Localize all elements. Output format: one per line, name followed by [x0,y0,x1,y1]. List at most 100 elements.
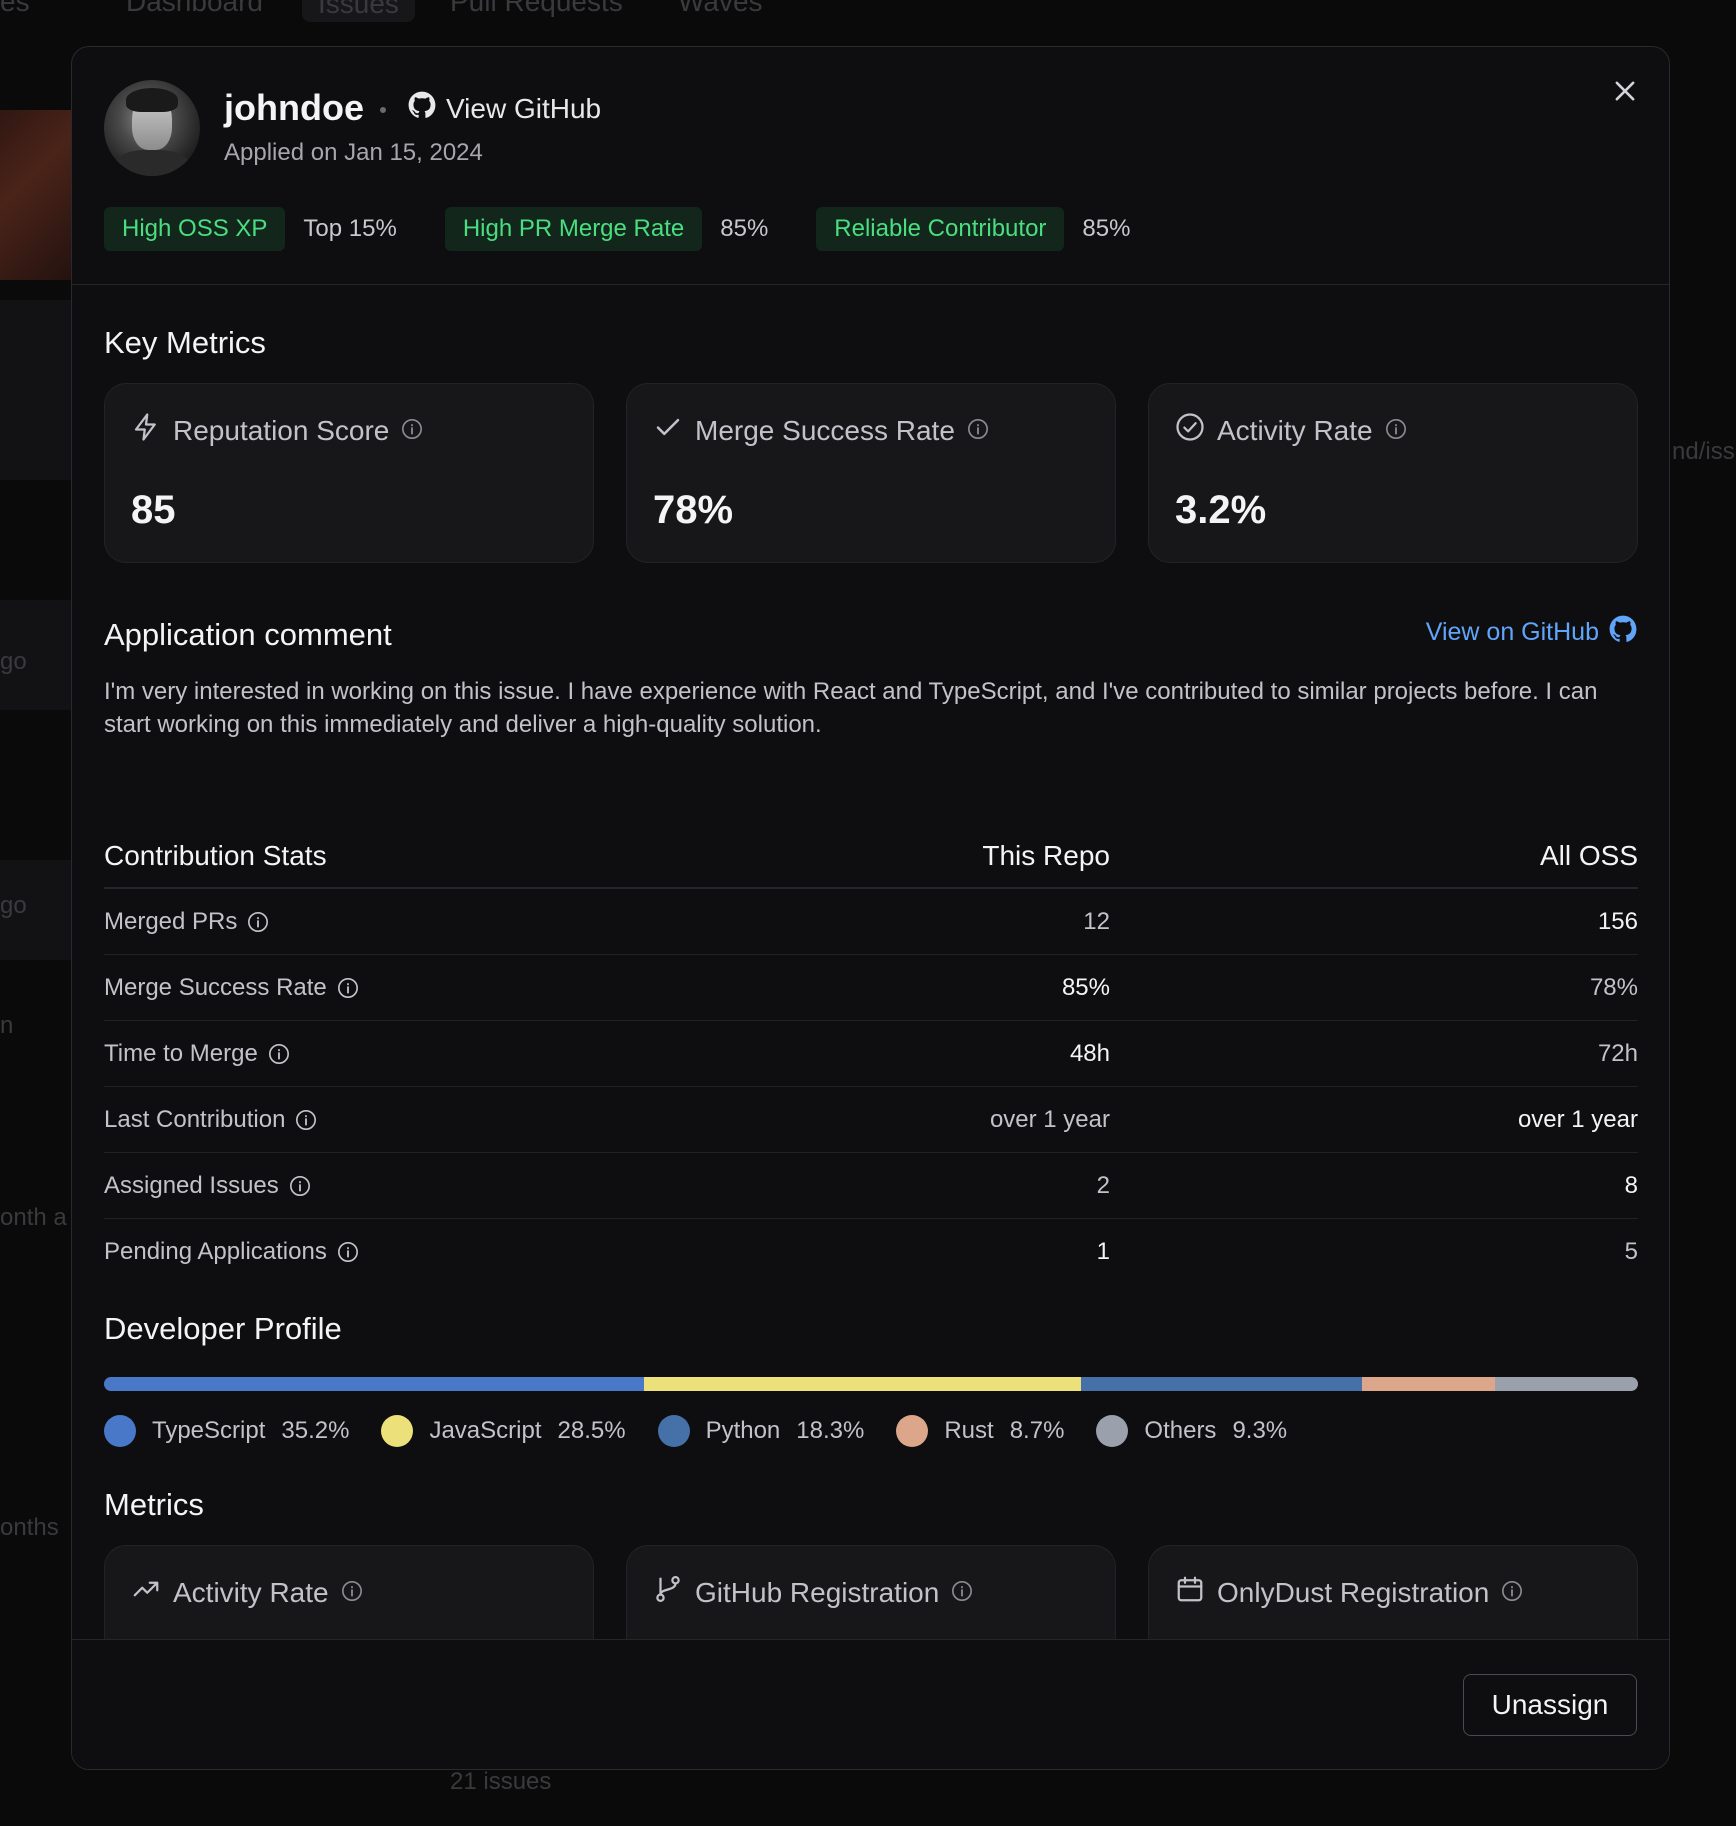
info-icon[interactable] [1501,1577,1523,1609]
bg-banner-image [0,110,72,280]
card-value: 3.2% [1175,488,1267,532]
legend-item-python: Python 18.3% [657,1415,865,1447]
bg-text-fragment: go [0,648,27,675]
bg-text-fragment: onths [0,1514,59,1541]
row-label: Last Contribution [104,1105,286,1133]
all-oss-value: over 1 year [1517,1105,1638,1133]
this-repo-value: 12 [1083,907,1110,935]
legend-swatch [657,1415,690,1447]
info-icon[interactable] [268,1043,290,1065]
close-icon[interactable] [1611,77,1639,105]
badge-high-pr-merge-rate: High PR Merge Rate [444,207,703,251]
language-segment-javascript [643,1377,1082,1391]
card-label: Activity Rate [1217,414,1373,446]
check-icon [653,412,683,449]
language-segment-rust [1361,1377,1496,1391]
table-row: Merged PRs 12 156 [104,889,1638,955]
unassign-button[interactable]: Unassign [1463,1674,1637,1736]
bg-tab-partial: es [0,0,30,17]
language-legend: TypeScript 35.2% JavaScript 28.5% Python 18.3… [104,1415,1319,1447]
card-label: OnlyDust Registration [1217,1576,1490,1608]
modal-header: johndoe View GitHub Applied on Jan 15, 2… [72,47,1669,285]
badge-value: 85% [720,215,769,242]
card-value: 85 [131,488,176,532]
legend-percent: 9.3% [1232,1417,1288,1444]
legend-label: Others [1144,1417,1217,1444]
language-segment-python [1081,1377,1362,1391]
info-icon[interactable] [295,1109,317,1131]
legend-item-javascript: JavaScript 28.5% [381,1415,626,1447]
info-icon[interactable] [247,911,269,933]
legend-item-typescript: TypeScript 35.2% [104,1415,349,1447]
legend-label: Rust [944,1417,994,1444]
info-icon[interactable] [337,1241,359,1263]
badge-row: High OSS XP Top 15% High PR Merge Rate 8… [104,207,1178,251]
legend-label: JavaScript [429,1417,542,1444]
card-value: 78% [653,488,734,532]
table-row: Merge Success Rate 85% 78% [104,955,1638,1021]
bg-text-fragment: 21 issues [450,1768,552,1795]
bg-tab-waves: Waves [678,0,763,17]
badge-value: Top 15% [303,215,397,242]
legend-percent: 18.3% [796,1417,865,1444]
avatar [104,80,200,176]
view-github-label: View GitHub [446,92,602,124]
contribution-stats-table: Contribution Stats This Repo All OSS Mer… [104,825,1638,1285]
info-icon[interactable] [337,977,359,999]
info-icon[interactable] [951,1577,973,1609]
card-label: Reputation Score [173,414,390,446]
merge-success-rate-card: Merge Success Rate 78% [626,383,1116,563]
legend-percent: 35.2% [281,1417,350,1444]
bg-text-fragment: n [0,1012,14,1039]
table-row: Assigned Issues 2 8 [104,1153,1638,1219]
legend-swatch [896,1415,929,1447]
info-icon[interactable] [1385,415,1407,447]
info-icon[interactable] [289,1175,311,1197]
row-label: Merge Success Rate [104,973,327,1001]
this-repo-value: 2 [1096,1171,1110,1199]
info-icon[interactable] [967,415,989,447]
calendar-icon [1175,1574,1205,1611]
this-repo-value: over 1 year [989,1105,1110,1133]
bg-tab-pull-requests: Pull Requests [450,0,623,17]
language-segment-typescript [104,1377,644,1391]
view-github-link[interactable]: View GitHub [408,91,601,126]
applied-date: Applied on Jan 15, 2024 [224,139,483,166]
table-row: Pending Applications 1 5 [104,1219,1638,1285]
view-on-github-label: View on GitHub [1425,618,1599,646]
bg-tab-dashboard: Dashboard [126,0,263,17]
legend-swatch [381,1415,414,1447]
language-bar [104,1377,1638,1391]
developer-profile-title: Developer Profile [104,1311,342,1346]
badge-high-oss-xp: High OSS XP [104,207,286,251]
language-segment-others [1495,1377,1638,1391]
all-oss-value: 5 [1624,1238,1638,1265]
info-icon[interactable] [341,1577,363,1609]
table-row: Time to Merge 48h 72h [104,1021,1638,1087]
info-icon[interactable] [401,415,423,447]
check-circle-icon [1175,412,1205,449]
key-metrics-title: Key Metrics [104,325,266,360]
table-header: Contribution Stats This Repo All OSS [104,825,1638,889]
legend-label: Python [705,1417,781,1444]
card-label: Merge Success Rate [695,414,955,446]
row-label: Pending Applications [104,1238,327,1265]
this-repo-value: 1 [1096,1238,1110,1265]
metrics-title: Metrics [104,1487,204,1522]
card-label: Activity Rate [173,1576,329,1608]
applicant-modal: johndoe View GitHub Applied on Jan 15, 2… [71,46,1670,1770]
badge-reliable-contributor: Reliable Contributor [816,207,1065,251]
username: johndoe [224,87,364,128]
legend-item-others: Others 9.3% [1096,1415,1287,1447]
legend-swatch [1096,1415,1129,1447]
bg-text-fragment: onth a [0,1204,67,1231]
bg-text-fragment: go [0,892,27,919]
table-row: Last Contribution over 1 year over 1 year [104,1087,1638,1153]
background-nav: es Dashboard Issues Pull Requests Waves [0,0,1736,40]
all-oss-value: 156 [1597,907,1638,935]
view-on-github-link[interactable]: View on GitHub [1426,615,1637,650]
reputation-score-card: Reputation Score 85 [104,383,594,563]
row-label: Time to Merge [104,1039,258,1067]
legend-percent: 28.5% [557,1417,626,1444]
trending-up-icon [131,1574,161,1611]
